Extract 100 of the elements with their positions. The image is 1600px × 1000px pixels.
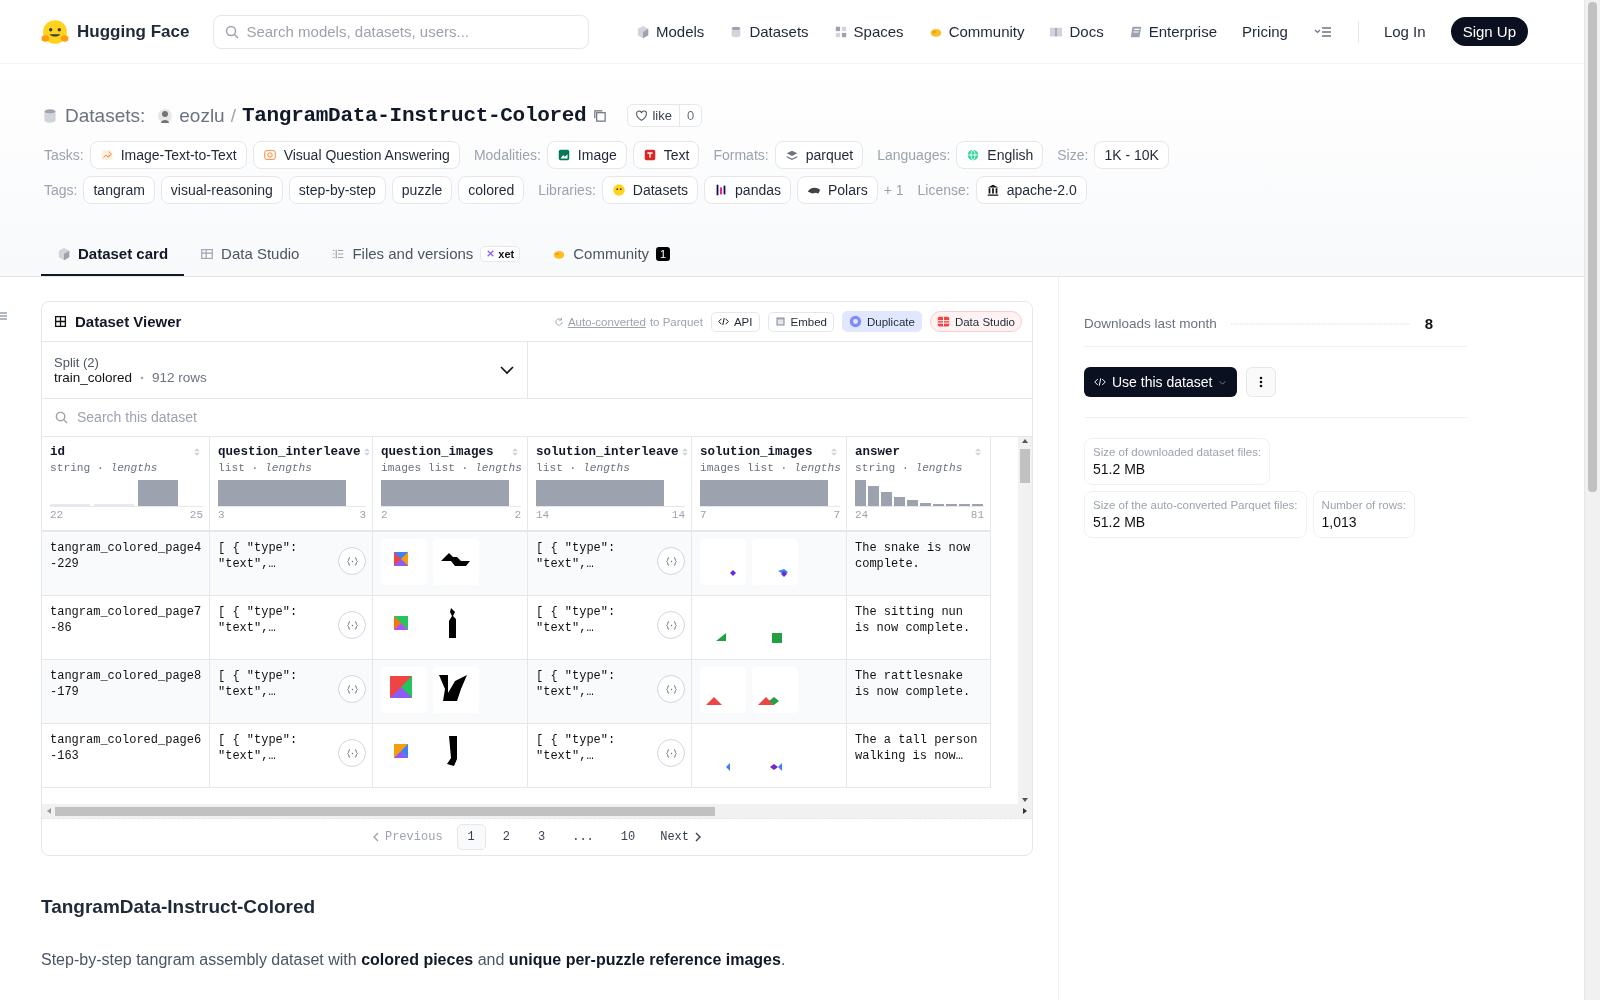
toolbar-button[interactable]: API	[710, 311, 760, 332]
column-header[interactable]: question_interleave list · lengths 3 3	[210, 437, 373, 532]
column-type: images list · lengths	[381, 462, 522, 474]
range-max: 14	[671, 509, 685, 521]
view-json-button[interactable]	[657, 675, 685, 703]
image-search-icon	[262, 148, 277, 162]
use-dataset-button[interactable]: Use this dataset	[1084, 367, 1238, 397]
signup-button[interactable]: Sign Up	[1450, 17, 1528, 46]
nav-link[interactable]: Datasets	[729, 23, 809, 40]
tag-chip[interactable]: apache-2.0	[975, 176, 1087, 204]
tag-chip[interactable]: Datasets	[601, 176, 699, 204]
tag-chip[interactable]: visual-reasoning	[160, 176, 283, 204]
toolbar-button[interactable]: Duplicate	[841, 311, 922, 332]
tangram-thumbnail[interactable]	[752, 667, 798, 713]
brand-link[interactable]: Hugging Face	[41, 17, 190, 46]
search-icon	[224, 23, 241, 40]
view-json-button[interactable]	[657, 739, 685, 767]
copy-button[interactable]	[592, 108, 608, 123]
tag-chip[interactable]: tangram	[83, 176, 155, 204]
layers-icon	[784, 148, 799, 162]
tangram-thumbnail[interactable]	[433, 539, 479, 585]
scrollbar-thumb[interactable]	[1020, 449, 1030, 483]
view-json-button[interactable]	[338, 611, 366, 639]
column-header[interactable]: solution_interleave list · lengths 14 14	[528, 437, 692, 532]
view-json-button[interactable]	[338, 675, 366, 703]
table-cell-text: [ { "type": "text",…	[218, 540, 299, 572]
like-button[interactable]: like 0	[627, 104, 703, 127]
page-button[interactable]: 2	[491, 824, 521, 850]
tag-chip[interactable]: English	[956, 141, 1044, 169]
caret-left-icon	[45, 807, 53, 815]
toolbar-button[interactable]: Data Studio	[929, 311, 1022, 332]
nav-link[interactable]: Spaces	[833, 23, 904, 40]
next-button[interactable]: Next	[652, 825, 711, 849]
column-type: images list · lengths	[700, 462, 841, 474]
nav-link[interactable]: Pricing	[1242, 23, 1288, 40]
tag-chip[interactable]: pandas	[704, 176, 791, 204]
nav-link[interactable]: Enterprise	[1128, 23, 1218, 40]
stat-label: Size of downloaded dataset files:	[1093, 446, 1262, 458]
tag-chip[interactable]: Polars	[797, 176, 878, 204]
owner-link[interactable]: eozlu	[179, 104, 225, 127]
tag-chip[interactable]: Visual Question Answering	[252, 141, 460, 169]
page-button[interactable]: 1	[456, 824, 486, 850]
range-min: 3	[218, 509, 225, 521]
view-json-button[interactable]	[657, 611, 685, 639]
view-json-button[interactable]	[338, 547, 366, 575]
circle-icon	[848, 315, 862, 328]
tag-chip[interactable]: colored	[458, 176, 525, 204]
tab[interactable]: Files and versions xet	[315, 232, 537, 276]
smiley-face-icon	[611, 183, 626, 197]
tangram-thumbnail[interactable]	[700, 667, 746, 713]
bank-icon	[985, 183, 1000, 197]
column-type: list · lengths	[536, 462, 630, 474]
braces-icon	[664, 554, 678, 568]
horizontal-scrollbar[interactable]	[42, 804, 1032, 819]
outline-toggle-icon	[0, 312, 8, 320]
page-button[interactable]: 10	[609, 824, 647, 850]
field-label: Modalities:	[473, 147, 541, 163]
table-cell: The a tall person walking is now…	[847, 724, 991, 788]
table-cell-text: [ { "type": "text",…	[218, 732, 299, 764]
scrollbar-thumb[interactable]	[55, 806, 715, 816]
owner-avatar-icon	[157, 107, 174, 124]
column-header[interactable]: question_images images list · lengths 2 2	[373, 437, 528, 532]
view-json-button[interactable]	[657, 547, 685, 575]
nav-link[interactable]: Docs	[1049, 23, 1104, 40]
tangram-thumbnail[interactable]	[381, 667, 427, 713]
column-header[interactable]: solution_images images list · lengths 7 7	[692, 437, 847, 532]
more-options-button[interactable]	[1246, 367, 1277, 397]
login-link[interactable]: Log In	[1383, 23, 1426, 40]
badge-icon	[1128, 24, 1143, 39]
tag-chip[interactable]: Image	[546, 141, 627, 169]
column-header[interactable]: id string · lengths 22 25	[42, 437, 210, 532]
view-json-button[interactable]	[338, 739, 366, 767]
tangram-thumbnail[interactable]	[381, 539, 427, 585]
column-header[interactable]: answer string · lengths 24 81	[847, 437, 991, 532]
stat-value: 51.2 MB	[1093, 514, 1147, 530]
refresh-icon	[553, 316, 564, 327]
tag-chip[interactable]: Text	[632, 141, 700, 169]
nav-link[interactable]: Models	[636, 23, 705, 40]
tangram-thumbnail[interactable]	[433, 667, 479, 713]
converted-text: to Parquet	[649, 315, 703, 328]
tab[interactable]: Dataset card	[41, 232, 185, 276]
tag-chip[interactable]: puzzle	[391, 176, 453, 204]
tag-chip[interactable]: step-by-step	[288, 176, 386, 204]
page-button[interactable]: 3	[527, 824, 557, 850]
tag-chip[interactable]: 1K - 10K	[1094, 141, 1169, 169]
range-max: 3	[359, 509, 366, 521]
tag-chip[interactable]: Image-Text-to-Text	[89, 141, 247, 169]
cross-icon	[486, 249, 496, 258]
vertical-scrollbar[interactable]	[1018, 437, 1032, 804]
tangram-thumbnail[interactable]	[700, 539, 746, 585]
tangram-thumbnail[interactable]	[752, 539, 798, 585]
scrollbar-thumb[interactable]	[1588, 2, 1597, 492]
nav-link[interactable]: Community	[928, 23, 1025, 40]
tag-chip[interactable]: parquet	[774, 141, 864, 169]
kebab-icon	[1259, 376, 1264, 388]
toolbar-button[interactable]: Embed	[767, 311, 834, 332]
tab[interactable]: Community 1	[536, 232, 687, 276]
tab[interactable]: Data Studio	[184, 232, 316, 276]
table-cell-text: [ { "type": "text",…	[536, 668, 617, 700]
search-field[interactable]: Search models, datasets, users...	[213, 14, 590, 49]
